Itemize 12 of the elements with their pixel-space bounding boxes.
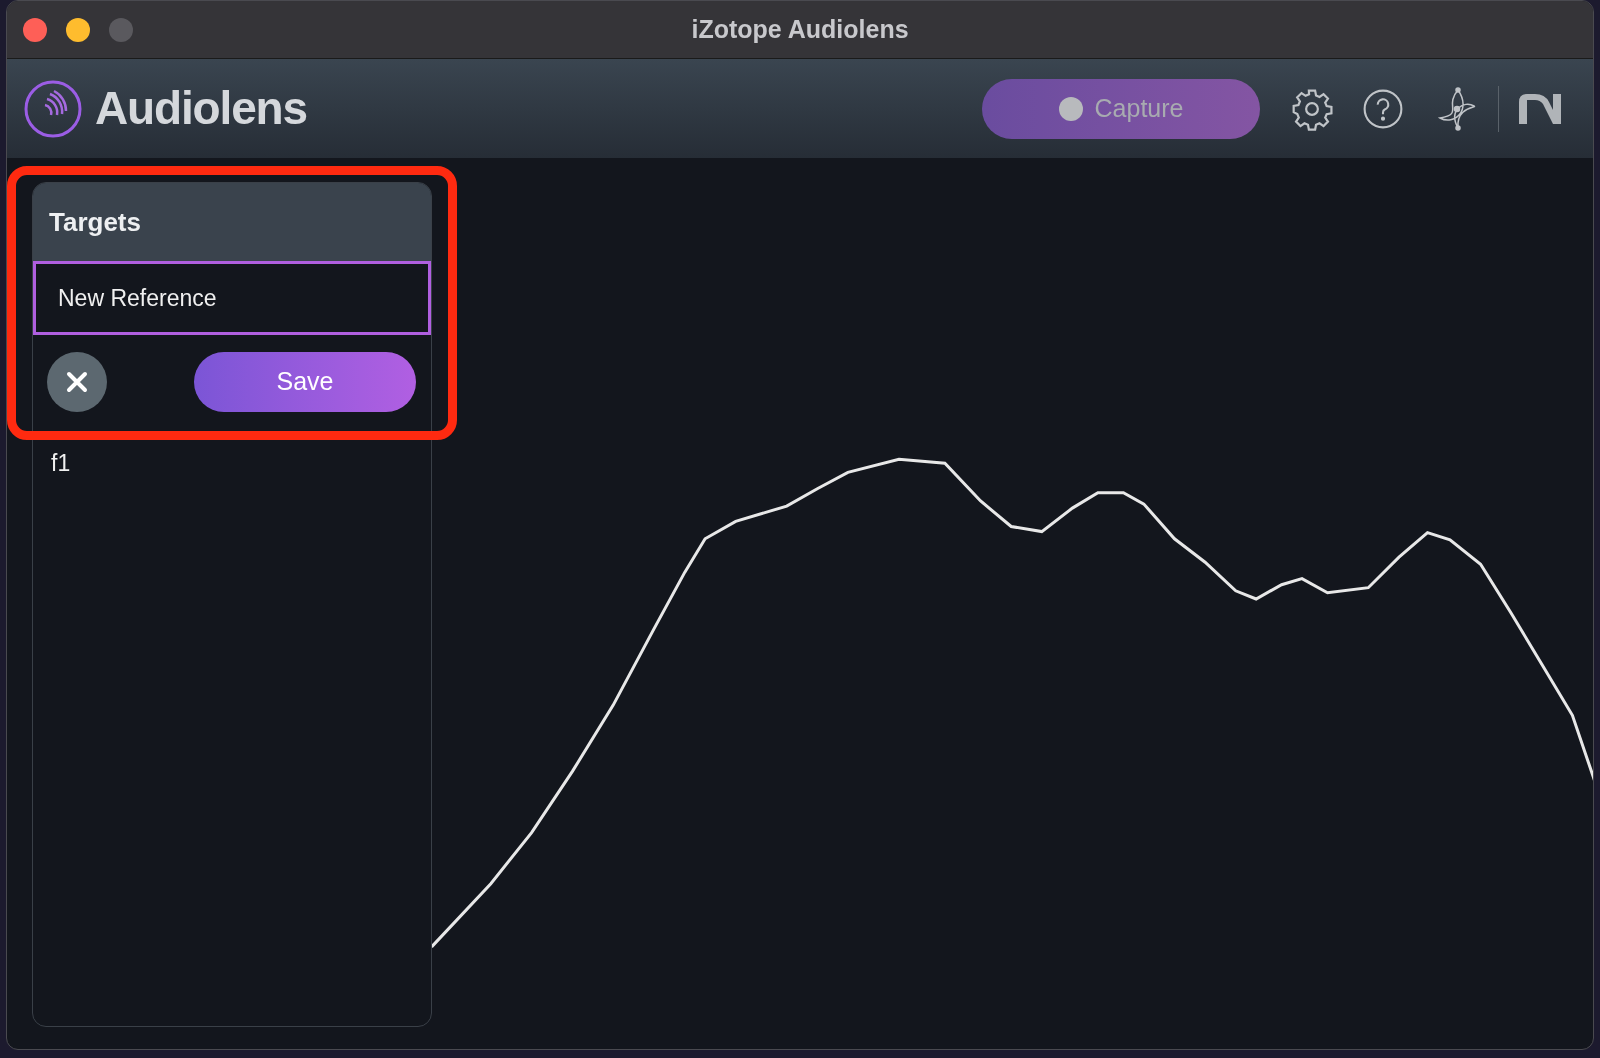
name-input-field[interactable]: New Reference	[33, 261, 431, 335]
minimize-window-button[interactable]	[66, 17, 90, 42]
save-button[interactable]: Save	[194, 352, 416, 412]
panel-title: Targets	[49, 205, 141, 239]
close-icon	[66, 371, 88, 393]
help-icon[interactable]	[1362, 87, 1404, 130]
target-item[interactable]: f1	[51, 442, 71, 485]
logo-icon	[23, 78, 83, 139]
window-title: iZotope Audiolens	[691, 13, 909, 45]
app-name: Audiolens	[95, 81, 307, 136]
cancel-button[interactable]	[47, 352, 107, 412]
close-window-button[interactable]	[23, 17, 47, 42]
